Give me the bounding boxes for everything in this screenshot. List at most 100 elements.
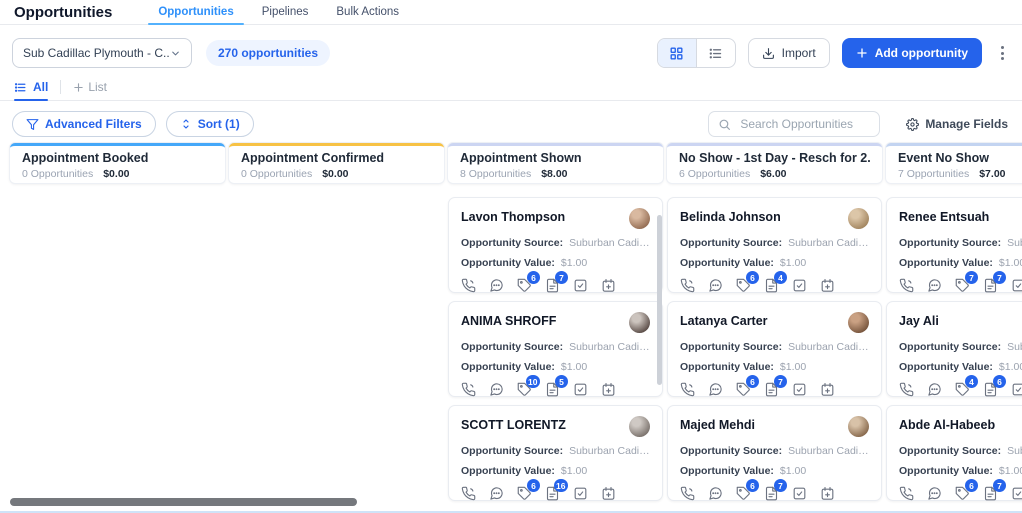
notes-icon[interactable]: 7 <box>545 278 561 294</box>
message-icon[interactable] <box>708 278 724 294</box>
call-icon[interactable] <box>680 486 696 502</box>
calendar-icon[interactable] <box>601 278 617 294</box>
opportunity-card[interactable]: SCOTT LORENTZ Opportunity Source: Suburb… <box>448 405 663 501</box>
source-label: Opportunity Source: <box>899 341 1001 353</box>
tasks-icon[interactable] <box>573 278 589 294</box>
tags-icon[interactable]: 7 <box>955 278 971 294</box>
import-icon <box>762 47 775 60</box>
notes-icon[interactable]: 5 <box>545 382 561 398</box>
search-input[interactable] <box>738 116 870 132</box>
avatar <box>629 416 650 437</box>
notes-icon[interactable]: 16 <box>545 486 561 502</box>
notes-count-badge: 5 <box>555 375 568 388</box>
opportunity-name: Belinda Johnson <box>680 210 781 224</box>
calendar-icon[interactable] <box>820 486 836 502</box>
opportunity-card[interactable]: Latanya Carter Opportunity Source: Subur… <box>667 301 882 397</box>
tasks-icon[interactable] <box>1011 486 1022 502</box>
opportunity-card[interactable]: Renee Entsuah Opportunity Source: Suburb… <box>886 197 1022 293</box>
message-icon[interactable] <box>708 382 724 398</box>
more-options-button[interactable] <box>994 46 1010 60</box>
add-opportunity-button[interactable]: Add opportunity <box>842 38 982 68</box>
tags-count-badge: 6 <box>746 271 759 284</box>
calendar-icon[interactable] <box>820 278 836 294</box>
notes-icon[interactable]: 7 <box>983 278 999 294</box>
tags-count-badge: 6 <box>746 375 759 388</box>
tags-icon[interactable]: 6 <box>736 382 752 398</box>
tab-opportunities[interactable]: Opportunities <box>144 0 247 24</box>
message-icon[interactable] <box>489 486 505 502</box>
tab-bulk-actions[interactable]: Bulk Actions <box>322 0 413 24</box>
call-icon[interactable] <box>461 382 477 398</box>
tasks-icon[interactable] <box>573 382 589 398</box>
tags-icon[interactable]: 10 <box>517 382 533 398</box>
notes-icon[interactable]: 6 <box>983 382 999 398</box>
add-list-button[interactable]: List <box>73 74 107 100</box>
opportunity-card[interactable]: ANIMA SHROFF Opportunity Source: Suburba… <box>448 301 663 397</box>
call-icon[interactable] <box>680 382 696 398</box>
advanced-filters-button[interactable]: Advanced Filters <box>12 111 156 137</box>
message-icon[interactable] <box>927 382 943 398</box>
message-icon[interactable] <box>927 486 943 502</box>
import-button[interactable]: Import <box>748 38 830 68</box>
notes-icon[interactable]: 4 <box>764 278 780 294</box>
kanban-column: Appointment Booked 0 Opportunities $0.00 <box>10 143 225 513</box>
column-vertical-scrollbar[interactable] <box>657 215 662 385</box>
tasks-icon[interactable] <box>792 382 808 398</box>
tags-icon[interactable]: 4 <box>955 382 971 398</box>
tasks-icon[interactable] <box>792 486 808 502</box>
opportunity-name: Lavon Thompson <box>461 210 565 224</box>
tab-all[interactable]: All <box>14 74 48 100</box>
call-icon[interactable] <box>461 486 477 502</box>
column-value: $7.00 <box>979 168 1005 180</box>
tags-icon[interactable]: 6 <box>736 278 752 294</box>
tab-pipelines[interactable]: Pipelines <box>248 0 323 24</box>
opportunity-card[interactable]: Belinda Johnson Opportunity Source: Subu… <box>667 197 882 293</box>
opportunity-card[interactable]: Jay Ali Opportunity Source: Suburban Cad… <box>886 301 1022 397</box>
column-count: 7 Opportunities <box>898 168 969 180</box>
sort-button[interactable]: Sort (1) <box>166 111 254 137</box>
notes-icon[interactable]: 7 <box>983 486 999 502</box>
calendar-icon[interactable] <box>820 382 836 398</box>
tasks-icon[interactable] <box>792 278 808 294</box>
calendar-icon[interactable] <box>601 486 617 502</box>
tags-count-badge: 4 <box>965 375 978 388</box>
tags-icon[interactable]: 6 <box>736 486 752 502</box>
call-icon[interactable] <box>899 486 915 502</box>
toolbar: Sub Cadillac Plymouth - C... 270 opportu… <box>12 38 1010 68</box>
horizontal-scrollbar[interactable] <box>10 498 357 506</box>
opportunity-card[interactable]: Majed Mehdi Opportunity Source: Suburban… <box>667 405 882 501</box>
message-icon[interactable] <box>927 278 943 294</box>
tags-icon[interactable]: 6 <box>517 486 533 502</box>
kanban-column: Appointment Confirmed 0 Opportunities $0… <box>229 143 444 513</box>
opportunity-card[interactable]: Abde Al-Habeeb Opportunity Source: Subur… <box>886 405 1022 501</box>
tags-count-badge: 6 <box>965 479 978 492</box>
avatar <box>848 208 869 229</box>
call-icon[interactable] <box>899 382 915 398</box>
tags-icon[interactable]: 6 <box>955 486 971 502</box>
avatar <box>629 312 650 333</box>
message-icon[interactable] <box>708 486 724 502</box>
call-icon[interactable] <box>461 278 477 294</box>
notes-icon[interactable]: 7 <box>764 382 780 398</box>
notes-icon[interactable]: 7 <box>764 486 780 502</box>
pipeline-selector-dropdown[interactable]: Sub Cadillac Plymouth - C... <box>12 38 192 68</box>
grid-view-button[interactable] <box>658 39 696 67</box>
source-value: Suburban Cadillac of Ply... <box>569 237 650 249</box>
tasks-icon[interactable] <box>573 486 589 502</box>
message-icon[interactable] <box>489 278 505 294</box>
tags-icon[interactable]: 6 <box>517 278 533 294</box>
call-icon[interactable] <box>680 278 696 294</box>
tags-count-badge: 7 <box>965 271 978 284</box>
manage-fields-button[interactable]: Manage Fields <box>906 117 1008 131</box>
value-amount: $1.00 <box>780 257 806 269</box>
tasks-icon[interactable] <box>1011 278 1022 294</box>
opportunity-card[interactable]: Lavon Thompson Opportunity Source: Subur… <box>448 197 663 293</box>
call-icon[interactable] <box>899 278 915 294</box>
value-amount: $1.00 <box>780 465 806 477</box>
calendar-icon[interactable] <box>601 382 617 398</box>
tasks-icon[interactable] <box>1011 382 1022 398</box>
message-icon[interactable] <box>489 382 505 398</box>
column-title: Appointment Booked <box>22 151 213 165</box>
subtab-divider <box>60 80 61 94</box>
list-view-button[interactable] <box>696 39 735 67</box>
